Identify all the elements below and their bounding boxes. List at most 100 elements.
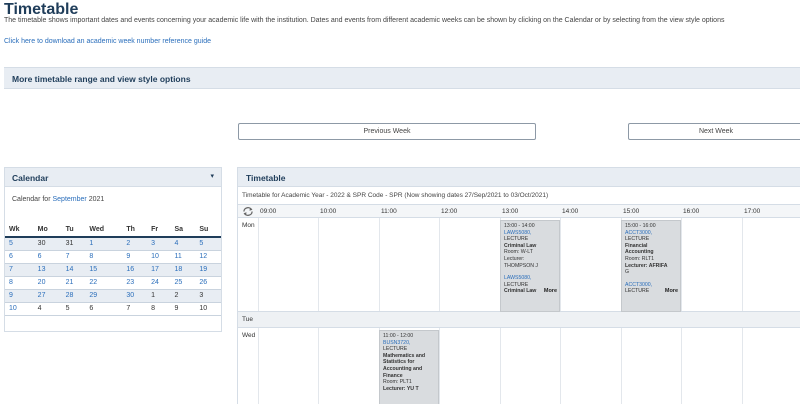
calendar-day[interactable]: 22	[85, 276, 123, 290]
calendar-day[interactable]: 7	[122, 302, 148, 316]
calendar-day[interactable]: 29	[85, 289, 123, 303]
calendar-week-row[interactable]: 10 4 5 6 7 8 9 10	[5, 302, 221, 316]
event-card[interactable]: 15:00 - 16:00 ACCT3000, LECTURE Financia…	[621, 220, 681, 312]
calendar-day[interactable]: 3	[195, 289, 221, 303]
event-type: LECTURE	[625, 236, 650, 243]
calendar-week-row[interactable]: 9 27 28 29 30 1 2 3	[5, 289, 221, 303]
calendar-day[interactable]: 23	[122, 276, 148, 290]
caret-down-icon[interactable]: ▾	[210, 172, 214, 180]
event-code-link[interactable]: BUSN3720,	[383, 340, 435, 347]
calendar-day[interactable]: 13	[33, 263, 62, 277]
calendar-day[interactable]: 28	[61, 289, 86, 303]
calendar-day[interactable]: 27	[33, 289, 62, 303]
cal-header-mo: Mo	[33, 222, 62, 238]
calendar-day[interactable]: 26	[195, 276, 221, 290]
options-title: More timetable range and view style opti…	[12, 74, 191, 84]
calendar-day[interactable]: 9	[170, 302, 196, 316]
calendar-day[interactable]: 17	[147, 263, 171, 277]
event-name: Criminal Law	[504, 242, 537, 249]
calendar-day[interactable]: 18	[170, 263, 196, 277]
time-axis: 09:00 10:00 11:00 12:00 13:00 14:00 15:0…	[238, 204, 800, 218]
event-card[interactable]: 11:00 - 12:00 BUSN3720, LECTURE Mathemat…	[379, 330, 439, 404]
calendar-day[interactable]: 4	[33, 302, 62, 316]
time-label: 11:00	[381, 208, 397, 215]
time-label: 12:00	[441, 208, 458, 215]
refresh-icon[interactable]	[241, 206, 255, 217]
calendar-grid: Wk Mo Tu Wed Th Fr Sa Su 5 30 31 1 2 3 4…	[5, 222, 221, 316]
event-code-link[interactable]: LAWS5080,	[504, 275, 556, 282]
calendar-year: 2021	[88, 196, 105, 203]
event-code-link[interactable]: ACCT3000,	[625, 230, 677, 237]
calendar-day[interactable]: 20	[33, 276, 62, 290]
calendar-day[interactable]: 10	[147, 250, 171, 264]
calendar-day[interactable]: 19	[195, 263, 221, 277]
calendar-day[interactable]: 15	[85, 263, 123, 277]
calendar-day[interactable]: 12	[195, 250, 221, 264]
calendar-day[interactable]: 2	[122, 237, 148, 251]
calendar-day[interactable]: 9	[122, 250, 148, 264]
calendar-day[interactable]: 5	[195, 237, 221, 251]
next-week-button[interactable]: Next Week	[628, 123, 800, 140]
timetable-title: Timetable	[246, 173, 286, 183]
calendar-day[interactable]: 1	[85, 237, 123, 251]
options-accordion[interactable]: More timetable range and view style opti…	[4, 67, 800, 89]
week-number[interactable]: 9	[5, 289, 34, 303]
calendar-day[interactable]: 31	[61, 237, 86, 251]
cal-header-th: Th	[122, 222, 148, 238]
calendar-day[interactable]: 4	[170, 237, 196, 251]
calendar-day[interactable]: 30	[122, 289, 148, 303]
calendar-day[interactable]: 30	[33, 237, 62, 251]
event-room: Room: RLT1	[625, 255, 655, 262]
calendar-day[interactable]: 21	[61, 276, 86, 290]
calendar-day[interactable]: 8	[85, 250, 123, 264]
week-number[interactable]: 6	[5, 250, 34, 264]
calendar-day[interactable]: 7	[61, 250, 86, 264]
calendar-header[interactable]: Calendar ▾	[5, 168, 221, 187]
calendar-panel: Calendar ▾ Calendar for September 2021 W…	[4, 167, 222, 332]
calendar-day[interactable]: 5	[61, 302, 86, 316]
event-lecturer: THOMPSON J	[504, 262, 539, 269]
time-label: 17:00	[744, 208, 761, 215]
day-label: Mon	[242, 222, 255, 229]
event-lecturer-label: Lecturer: AFRIFA	[625, 262, 668, 269]
event-name: Mathematics and Statistics for Accountin…	[383, 352, 426, 379]
calendar-day[interactable]: 1	[147, 289, 171, 303]
week-number[interactable]: 8	[5, 276, 34, 290]
event-lecturer-label: Lecturer:	[504, 255, 525, 262]
calendar-day[interactable]: 25	[170, 276, 196, 290]
previous-week-button[interactable]: Previous Week	[238, 123, 536, 140]
calendar-month-line: Calendar for September 2021	[12, 196, 104, 203]
day-row-tue: Tue	[238, 312, 800, 328]
calendar-day[interactable]: 6	[33, 250, 62, 264]
event-time: 15:00 - 16:00	[625, 223, 656, 229]
timetable-subtitle: Timetable for Academic Year - 2022 & SPR…	[242, 192, 549, 199]
download-week-guide-link[interactable]: Click here to download an academic week …	[4, 38, 211, 45]
week-number[interactable]: 5	[5, 237, 34, 251]
event-code-link[interactable]: LAWS5080,	[504, 230, 556, 237]
time-label: 09:00	[260, 208, 277, 215]
timetable-header: Timetable	[238, 168, 800, 187]
more-link[interactable]: More	[662, 288, 678, 295]
calendar-day[interactable]: 16	[122, 263, 148, 277]
week-number[interactable]: 10	[5, 302, 34, 316]
event-card[interactable]: 13:00 - 14:00 LAWS5080, LECTURE Criminal…	[500, 220, 560, 312]
event-room: Room: PLT1	[383, 379, 412, 386]
day-row-wed: Wed	[238, 328, 800, 404]
calendar-day[interactable]: 11	[170, 250, 196, 264]
more-link[interactable]: More	[541, 288, 557, 295]
calendar-week-row[interactable]: 7 13 14 15 16 17 18 19	[5, 263, 221, 277]
week-number[interactable]: 7	[5, 263, 34, 277]
calendar-month-link[interactable]: September	[52, 196, 86, 203]
time-label: 14:00	[562, 208, 579, 215]
calendar-day[interactable]: 3	[147, 237, 171, 251]
page-intro: The timetable shows important dates and …	[4, 17, 725, 24]
calendar-week-row[interactable]: 6 6 7 8 9 10 11 12	[5, 250, 221, 264]
calendar-week-row[interactable]: 8 20 21 22 23 24 25 26	[5, 276, 221, 290]
calendar-day[interactable]: 8	[147, 302, 171, 316]
calendar-day[interactable]: 24	[147, 276, 171, 290]
calendar-day[interactable]: 10	[195, 302, 221, 316]
calendar-week-row[interactable]: 5 30 31 1 2 3 4 5	[5, 237, 221, 251]
calendar-day[interactable]: 14	[61, 263, 86, 277]
calendar-day[interactable]: 6	[85, 302, 123, 316]
calendar-day[interactable]: 2	[170, 289, 196, 303]
